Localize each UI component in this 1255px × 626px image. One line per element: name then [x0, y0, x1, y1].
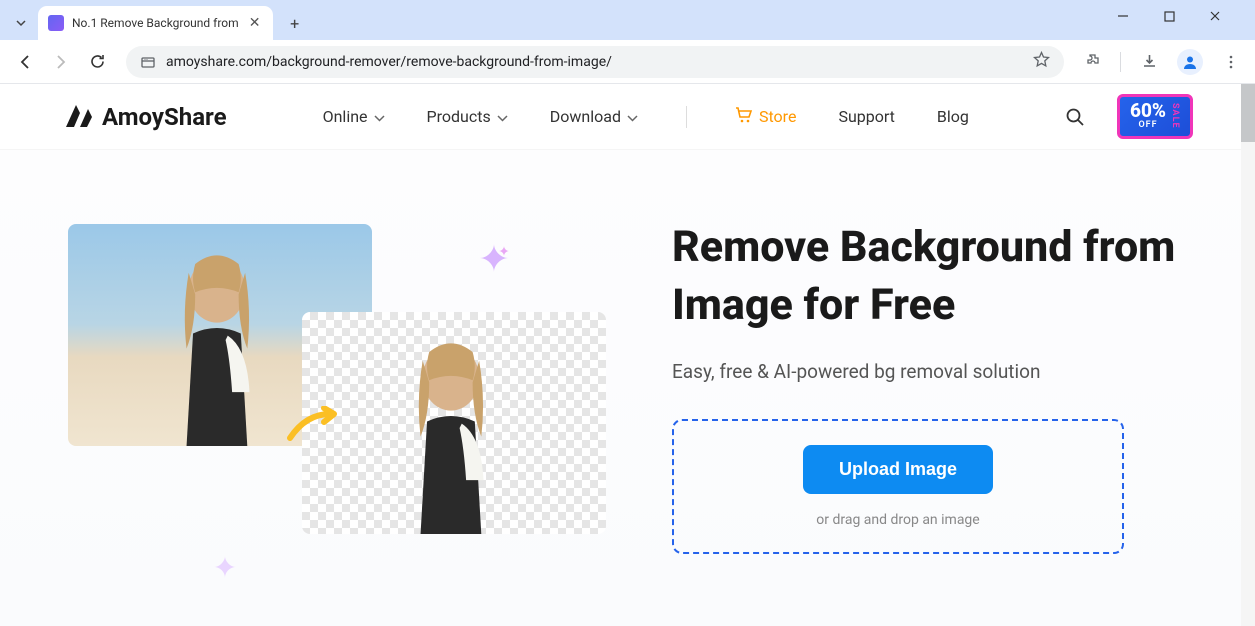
chevron-down-icon: [627, 107, 638, 126]
window-controls: [1109, 2, 1247, 30]
nav-online[interactable]: Online: [323, 107, 385, 126]
profile-icon[interactable]: [1177, 49, 1203, 75]
tab-bar: No.1 Remove Background from ✕ +: [0, 0, 1255, 40]
back-button[interactable]: [10, 47, 40, 77]
maximize-button[interactable]: [1155, 2, 1183, 30]
arrow-icon: [286, 406, 342, 446]
hero-right: Remove Background from Image for Free Ea…: [672, 206, 1193, 586]
cart-icon: [735, 107, 753, 127]
menu-icon[interactable]: [1217, 48, 1245, 76]
tab-favicon-icon: [48, 15, 64, 31]
address-bar: amoyshare.com/background-remover/remove-…: [0, 40, 1255, 84]
toolbar-icons: [1078, 48, 1245, 76]
tab-title: No.1 Remove Background from: [72, 16, 239, 30]
chevron-down-icon: [374, 107, 385, 126]
chevron-down-icon: [497, 107, 508, 126]
url-bar[interactable]: amoyshare.com/background-remover/remove-…: [126, 46, 1064, 78]
nav-products[interactable]: Products: [427, 107, 508, 126]
nav-support[interactable]: Support: [838, 107, 894, 126]
downloads-icon[interactable]: [1135, 48, 1163, 76]
tab-close-button[interactable]: ✕: [247, 15, 263, 31]
toolbar-divider: [1120, 52, 1121, 72]
url-text: amoyshare.com/background-remover/remove-…: [166, 54, 1023, 70]
reload-button[interactable]: [82, 47, 112, 77]
nav-label: Download: [550, 107, 621, 126]
sparkle-icon: [214, 556, 236, 578]
extensions-icon[interactable]: [1078, 48, 1106, 76]
nav-download[interactable]: Download: [550, 107, 638, 126]
nav-label: Online: [323, 107, 368, 126]
site-header: AmoyShare Online Products Download Store…: [0, 84, 1255, 150]
upload-hint: or drag and drop an image: [698, 512, 1098, 528]
removed-bg-image: [302, 312, 606, 534]
hero-section: Remove Background from Image for Free Ea…: [0, 150, 1255, 626]
new-tab-button[interactable]: +: [281, 9, 309, 37]
site-info-icon[interactable]: [140, 54, 156, 70]
logo-icon: [62, 103, 94, 131]
nav-divider: [686, 106, 687, 128]
hero-title: Remove Background from Image for Free: [672, 218, 1193, 334]
sale-percent: 60%: [1130, 101, 1166, 120]
nav-blog[interactable]: Blog: [937, 107, 969, 126]
nav-store[interactable]: Store: [735, 107, 796, 127]
scrollbar[interactable]: [1241, 84, 1255, 626]
scrollbar-thumb[interactable]: [1241, 84, 1255, 142]
upload-image-button[interactable]: Upload Image: [803, 445, 993, 494]
nav-label: Blog: [937, 107, 969, 126]
nav-label: Products: [427, 107, 491, 126]
forward-button[interactable]: [46, 47, 76, 77]
hero-subtitle: Easy, free & AI-powered bg removal solut…: [672, 360, 1193, 383]
page-content: AmoyShare Online Products Download Store…: [0, 84, 1255, 626]
search-icon[interactable]: [1065, 107, 1085, 127]
minimize-button[interactable]: [1109, 2, 1137, 30]
sale-badge[interactable]: 60% OFF SALE: [1117, 94, 1193, 139]
tabs-dropdown-button[interactable]: [8, 10, 34, 36]
nav-menu: Online Products Download Store Support B…: [323, 106, 969, 128]
nav-label: Support: [838, 107, 894, 126]
logo-text: AmoyShare: [102, 103, 227, 131]
sale-side-text: SALE: [1170, 103, 1180, 129]
upload-dropzone[interactable]: Upload Image or drag and drop an image: [672, 419, 1124, 554]
close-window-button[interactable]: [1201, 2, 1229, 30]
browser-tab-active[interactable]: No.1 Remove Background from ✕: [38, 6, 273, 40]
logo[interactable]: AmoyShare: [62, 103, 227, 131]
browser-chrome: No.1 Remove Background from ✕ +: [0, 0, 1255, 84]
hero-images: [62, 206, 612, 586]
header-right: 60% OFF SALE: [1065, 94, 1193, 139]
sparkle-icon: [478, 242, 510, 274]
store-label: Store: [759, 107, 796, 126]
bookmark-star-icon[interactable]: [1033, 51, 1050, 72]
